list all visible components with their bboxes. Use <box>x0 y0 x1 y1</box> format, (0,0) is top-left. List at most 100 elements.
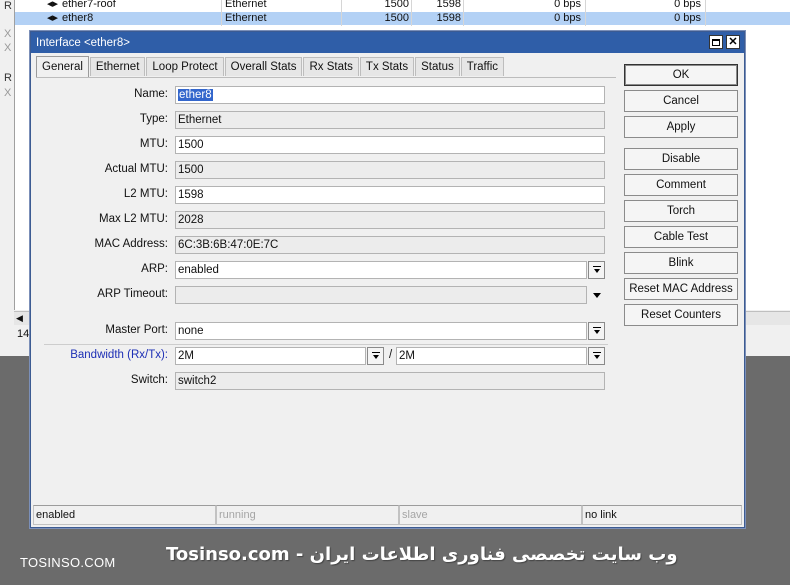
table-row[interactable]: ◂▸ ether7-roof Ethernet 1500 1598 0 bps … <box>15 0 790 11</box>
interface-icon: ◂▸ <box>47 12 59 24</box>
interface-dialog: Interface <ether8> ✕ General Ethernet Lo… <box>30 31 745 528</box>
column-divider <box>411 0 412 26</box>
tab-general[interactable]: General <box>36 56 89 77</box>
cell-tx: 0 bps <box>554 12 581 24</box>
switch-field: switch2 <box>175 372 605 390</box>
cell-mtu: 1500 <box>384 0 409 10</box>
bandwidth-rx-dropdown-button[interactable] <box>367 347 384 365</box>
max-l2-mtu-row: Max L2 MTU: 2028 <box>36 211 616 229</box>
bandwidth-tx-dropdown-button[interactable] <box>588 347 605 365</box>
arp-timeout-row: ARP Timeout: <box>36 286 616 304</box>
cell-mtu: 1500 <box>384 12 409 24</box>
max-l2-mtu-field: 2028 <box>175 211 605 229</box>
close-button[interactable]: ✕ <box>726 35 740 49</box>
column-divider <box>705 0 706 26</box>
column-divider <box>585 0 586 26</box>
column-divider <box>221 0 222 26</box>
dialog-title: Interface <ether8> <box>36 36 130 49</box>
close-icon: ✕ <box>728 35 738 48</box>
cell-l2mtu: 1598 <box>436 0 461 10</box>
bandwidth-tx-select[interactable]: 2M <box>396 347 587 365</box>
disable-button[interactable]: Disable <box>624 148 738 170</box>
reset-counters-button[interactable]: Reset Counters <box>624 304 738 326</box>
row-flag: X <box>4 87 12 99</box>
ok-button[interactable]: OK <box>624 64 738 86</box>
name-label: Name: <box>134 88 168 100</box>
apply-button[interactable]: Apply <box>624 116 738 138</box>
tab-status[interactable]: Status <box>415 57 460 76</box>
dropdown-icon <box>371 352 380 360</box>
max-l2-mtu-label: Max L2 MTU: <box>98 213 168 225</box>
mac-address-field: 6C:3B:6B:47:0E:7C <box>175 236 605 254</box>
arp-timeout-label: ARP Timeout: <box>97 288 168 300</box>
row-flag: R <box>4 72 12 84</box>
cell-name: ether8 <box>62 12 94 24</box>
maximize-button[interactable] <box>709 35 723 49</box>
cancel-button[interactable]: Cancel <box>624 90 738 112</box>
tab-loop-protect[interactable]: Loop Protect <box>146 57 224 76</box>
bandwidth-separator: / <box>389 349 393 361</box>
reset-mac-address-button[interactable]: Reset MAC Address <box>624 278 738 300</box>
general-panel: Name: ether8 Type: Ethernet MTU: 1500 Ac… <box>36 77 616 502</box>
l2-mtu-input[interactable]: 1598 <box>175 186 605 204</box>
status-link: no link <box>582 505 742 525</box>
bandwidth-row: Bandwidth (Rx/Tx): 2M / 2M <box>36 347 616 365</box>
tab-overall-stats[interactable]: Overall Stats <box>224 57 303 76</box>
blink-button[interactable]: Blink <box>624 252 738 274</box>
torch-button[interactable]: Torch <box>624 200 738 222</box>
tab-ethernet[interactable]: Ethernet <box>89 57 146 76</box>
cell-name: ether7-roof <box>62 0 116 10</box>
name-input[interactable]: ether8 <box>175 86 605 104</box>
tab-rx-stats[interactable]: Rx Stats <box>303 57 359 76</box>
mac-address-label: MAC Address: <box>94 238 169 250</box>
type-label: Type: <box>139 113 168 125</box>
column-divider <box>341 0 342 26</box>
tab-bar: General Ethernet Loop Protect Overall St… <box>36 56 505 77</box>
type-field: Ethernet <box>175 111 605 129</box>
comment-button[interactable]: Comment <box>624 174 738 196</box>
mtu-input[interactable]: 1500 <box>175 136 605 154</box>
cell-type: Ethernet <box>225 0 267 10</box>
tab-traffic[interactable]: Traffic <box>460 57 505 76</box>
bandwidth-label[interactable]: Bandwidth (Rx/Tx): <box>36 349 168 361</box>
status-slave: slave <box>399 505 582 525</box>
cell-rx: 0 bps <box>674 12 701 24</box>
name-value: ether8 <box>178 89 213 101</box>
actual-mtu-row: Actual MTU: 1500 <box>36 161 616 179</box>
cell-l2mtu: 1598 <box>436 12 461 24</box>
column-divider <box>463 0 464 26</box>
arp-dropdown-button[interactable] <box>588 261 605 279</box>
type-row: Type: Ethernet <box>36 111 616 129</box>
watermark-tagline: Tosinso.com - وب سایت تخصصی فناوری اطلاع… <box>166 544 678 565</box>
cell-tx: 0 bps <box>554 0 581 10</box>
actual-mtu-field: 1500 <box>175 161 605 179</box>
dropdown-icon <box>592 352 601 360</box>
row-flag: R <box>4 0 12 12</box>
interface-icon: ◂▸ <box>47 0 59 10</box>
arp-select[interactable]: enabled <box>175 261 587 279</box>
bandwidth-rx-select[interactable]: 2M <box>175 347 366 365</box>
status-bar: enabled running slave no link <box>33 505 742 525</box>
cable-test-button[interactable]: Cable Test <box>624 226 738 248</box>
watermark-site-name: TOSINSO.COM <box>20 555 116 570</box>
mtu-row: MTU: 1500 <box>36 136 616 154</box>
table-row-selected[interactable]: ◂▸ ether8 Ethernet 1500 1598 0 bps 0 bps <box>15 12 790 25</box>
master-port-dropdown-button[interactable] <box>588 322 605 340</box>
tab-tx-stats[interactable]: Tx Stats <box>359 57 415 76</box>
switch-row: Switch: switch2 <box>36 372 616 390</box>
arp-timeout-input[interactable] <box>175 286 587 304</box>
name-row: Name: ether8 <box>36 86 616 104</box>
row-flag: X <box>4 28 12 40</box>
scroll-left-icon[interactable]: ◀ <box>16 313 23 324</box>
dialog-titlebar[interactable]: Interface <ether8> ✕ <box>31 32 744 53</box>
l2-mtu-label: L2 MTU: <box>123 188 168 200</box>
dropdown-icon <box>592 327 601 335</box>
master-port-row: Master Port: none <box>36 322 616 340</box>
master-port-label: Master Port: <box>105 324 168 336</box>
row-flag: X <box>4 42 12 54</box>
master-port-select[interactable]: none <box>175 322 587 340</box>
mtu-label: MTU: <box>139 138 168 150</box>
expand-arrow-icon[interactable] <box>589 286 604 304</box>
arp-label: ARP: <box>141 263 168 275</box>
section-divider <box>44 344 608 345</box>
